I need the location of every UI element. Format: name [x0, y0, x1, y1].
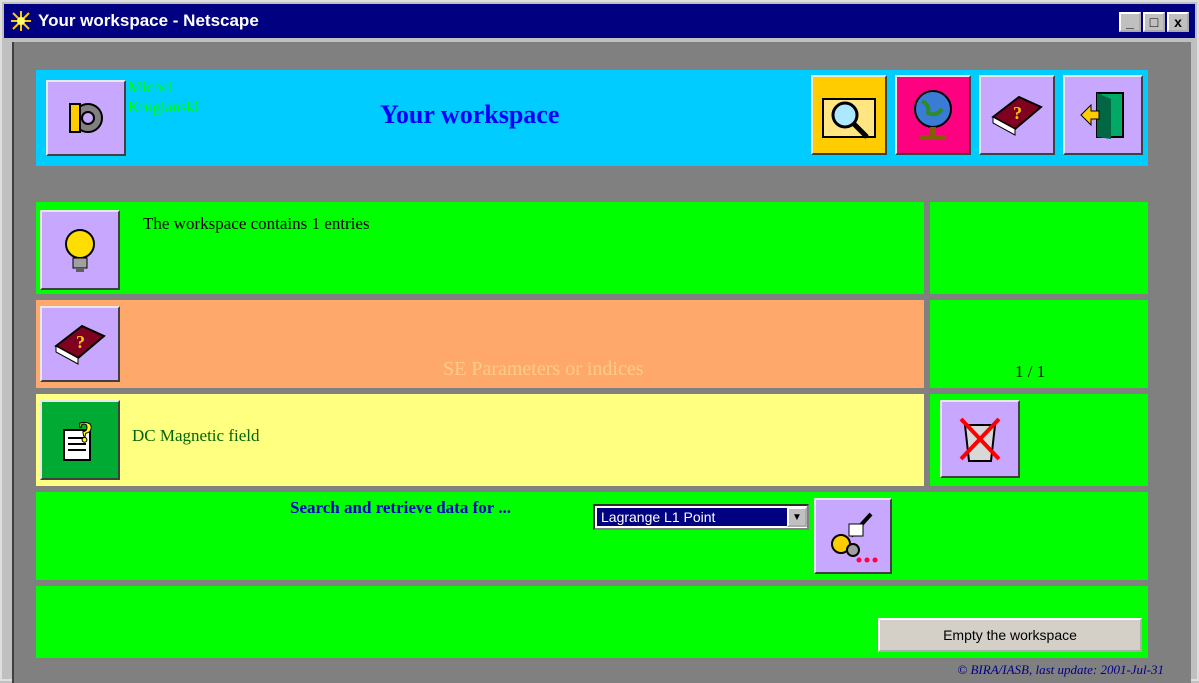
document-question-icon: ? [63, 416, 94, 461]
tip-button[interactable] [40, 210, 120, 290]
footer-credit: © BIRA/IASB, last update: 2001-Jul-31 [957, 662, 1164, 677]
category-help-button[interactable]: ? [40, 306, 120, 382]
info-side-panel [930, 202, 1148, 294]
help-book-icon: ? [991, 95, 1043, 136]
svg-text:?: ? [76, 332, 85, 352]
browser-window: Your workspace - Netscape _ □ x Michel K… [0, 0, 1199, 683]
help-book-icon: ? [54, 324, 106, 365]
title-bar[interactable]: Your workspace - Netscape _ □ x [4, 4, 1195, 38]
search-retrieve-button[interactable] [814, 498, 892, 574]
category-label: SE Parameters or indices [443, 358, 644, 380]
svg-text:?: ? [78, 416, 93, 449]
empty-workspace-button[interactable]: Empty the workspace [878, 618, 1142, 652]
netscape-icon [10, 10, 32, 32]
exit-button[interactable] [1063, 75, 1143, 155]
lightbulb-icon [65, 229, 95, 272]
window-title: Your workspace - Netscape [38, 11, 259, 30]
chevron-down-icon[interactable]: ▼ [787, 507, 807, 527]
maximize-button[interactable]: □ [1143, 12, 1165, 32]
target-select-value: Lagrange L1 Point [597, 508, 787, 526]
target-select[interactable]: Lagrange L1 Point ▼ [593, 504, 809, 530]
minimize-icon: _ [1126, 14, 1134, 30]
delete-entry-button[interactable] [940, 400, 1020, 478]
entry-info-button[interactable]: ? [40, 400, 120, 480]
minimize-button[interactable]: _ [1119, 12, 1141, 32]
search-panel [36, 492, 1148, 580]
page-title: Your workspace [380, 100, 560, 129]
close-icon: x [1174, 14, 1182, 30]
trash-delete-icon [959, 417, 1001, 462]
user-gear-icon [66, 98, 106, 138]
user-profile-button[interactable] [46, 80, 126, 156]
page-indicator: 1 / 1 [1015, 362, 1046, 381]
help-book-button[interactable]: ? [979, 75, 1055, 155]
svg-text:?: ? [1013, 103, 1022, 123]
close-button[interactable]: x [1167, 12, 1189, 32]
magic-wand-gears-icon [831, 512, 878, 563]
globe-button[interactable] [895, 75, 971, 155]
exit-door-icon [1080, 92, 1124, 139]
user-name: Michel Kruglanski [128, 79, 200, 116]
search-label: Search and retrieve data for ... [290, 498, 511, 517]
search-icon [822, 98, 876, 139]
globe-icon [914, 90, 952, 140]
entry-label: DC Magnetic field [132, 426, 260, 445]
entries-count-text: The workspace contains 1 entries [143, 214, 370, 233]
search-button[interactable] [811, 75, 887, 155]
maximize-icon: □ [1149, 14, 1159, 30]
